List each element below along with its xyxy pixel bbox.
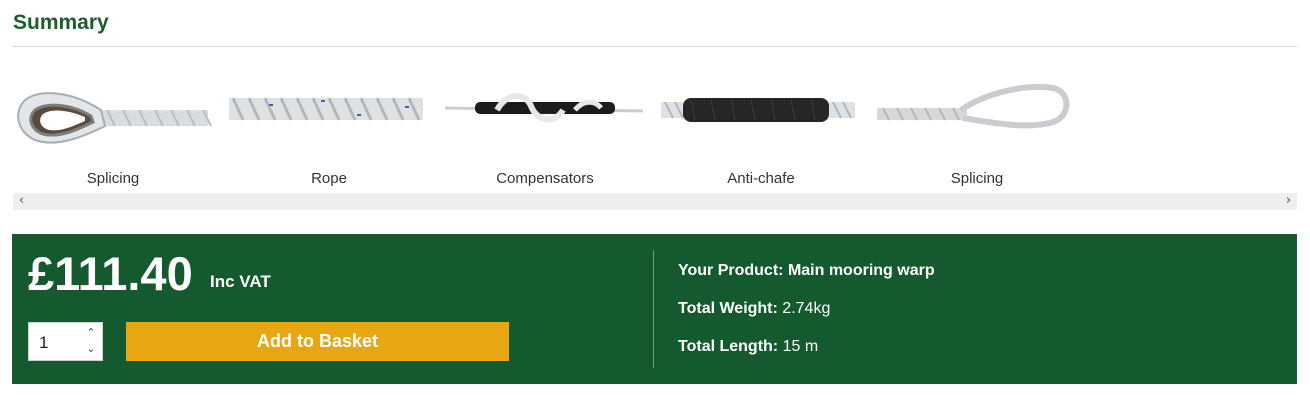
carousel-item-label: Rope <box>311 170 347 187</box>
vat-label: Inc VAT <box>210 272 271 291</box>
carousel-item-label: Splicing <box>86 170 140 187</box>
carousel-item-rope[interactable]: Rope <box>229 60 429 192</box>
price: £111.40 <box>28 247 193 300</box>
weight-row: Total Weight: 2.74kg <box>678 300 935 338</box>
product-label: Your Product: <box>678 262 784 279</box>
summary-divider <box>13 46 1297 47</box>
product-value: Main mooring warp <box>787 262 935 279</box>
rubber-compensator-icon <box>445 93 644 123</box>
length-row: Total Length: 15 m <box>678 338 935 376</box>
weight-value: 2.74kg <box>782 300 831 317</box>
add-to-basket-button[interactable]: Add to Basket <box>126 322 509 361</box>
carousel-item-splicing-thimble[interactable]: Splicing <box>13 60 213 192</box>
buy-panel: £111.40 Inc VAT 1 ⌃ ⌄ Add to Basket Your… <box>12 234 1297 384</box>
length-value: 15 m <box>782 338 819 355</box>
carousel-item-splicing-eye[interactable]: Splicing <box>877 60 1077 192</box>
panel-divider <box>653 250 654 368</box>
stepper-arrows: ⌃ ⌄ <box>84 325 98 359</box>
quantity-stepper[interactable]: 1 ⌃ ⌄ <box>28 322 103 361</box>
eye-splice-thimble-icon <box>17 92 212 144</box>
carousel-item-label: Splicing <box>950 170 1004 187</box>
chevron-up-icon[interactable]: ⌃ <box>84 325 98 341</box>
anti-chafe-sleeve-icon <box>661 98 855 122</box>
summary-title: Summary <box>13 11 109 34</box>
carousel-item-compensators[interactable]: Compensators <box>445 60 645 192</box>
rope-icon <box>229 97 423 121</box>
product-details: Your Product: Main mooring warp Total We… <box>678 262 935 376</box>
chevron-down-icon[interactable]: ⌄ <box>84 341 98 357</box>
carousel-scrollbar[interactable]: ‹ › <box>13 193 1297 210</box>
weight-label: Total Weight: <box>678 300 778 317</box>
carousel-item-anti-chafe[interactable]: Anti-chafe <box>661 60 861 192</box>
chevron-right-icon[interactable]: › <box>1280 193 1297 210</box>
chevron-left-icon[interactable]: ‹ <box>13 193 30 210</box>
options-carousel: Splicing Rope Compensators Anti-chafe Sp… <box>13 60 1297 210</box>
soft-eye-splice-icon <box>877 84 1070 129</box>
quantity-value[interactable]: 1 <box>39 333 48 353</box>
carousel-item-label: Anti-chafe <box>727 170 795 187</box>
product-row: Your Product: Main mooring warp <box>678 262 935 300</box>
carousel-item-label: Compensators <box>496 170 594 187</box>
length-label: Total Length: <box>678 338 779 355</box>
